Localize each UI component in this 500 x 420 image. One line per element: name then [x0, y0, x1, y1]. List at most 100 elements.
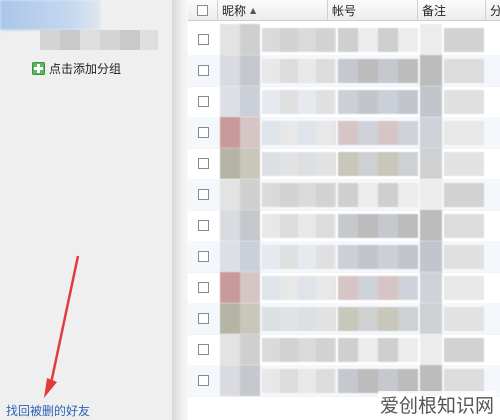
blurred-nickname	[262, 214, 336, 238]
blurred-avatar	[220, 55, 260, 86]
header-nickname-label: 昵称	[222, 3, 247, 18]
row-checkbox-cell	[188, 241, 218, 272]
header-nickname[interactable]: 昵称 ▲	[218, 0, 328, 20]
blurred-note	[420, 334, 442, 365]
row-checkbox-cell	[188, 179, 218, 210]
blurred-nickname	[262, 152, 336, 176]
table-row[interactable]	[188, 24, 500, 56]
blurred-note	[444, 152, 484, 176]
table-row[interactable]	[188, 55, 500, 87]
blurred-nickname	[262, 121, 336, 145]
blurred-avatar	[220, 210, 260, 241]
row-checkbox-cell	[188, 148, 218, 179]
blurred-account	[338, 152, 418, 176]
blurred-account	[338, 183, 418, 207]
blurred-note	[444, 245, 484, 269]
blurred-note	[420, 179, 442, 210]
blurred-note	[420, 148, 442, 179]
blurred-note	[444, 369, 484, 393]
blurred-note	[420, 241, 442, 272]
plus-icon	[32, 62, 45, 75]
left-panel: 点击添加分组 找回被删的好友	[0, 0, 172, 420]
header-select-all	[188, 0, 218, 20]
blurred-item[interactable]	[40, 30, 158, 50]
blurred-avatar	[220, 179, 260, 210]
blurred-account	[338, 338, 418, 362]
header-note-label: 备注	[422, 3, 447, 18]
blurred-account	[338, 121, 418, 145]
blurred-note	[444, 121, 484, 145]
table-row[interactable]	[188, 303, 500, 335]
header-note[interactable]: 备注	[418, 0, 486, 20]
blurred-account	[338, 214, 418, 238]
blurred-note	[420, 210, 442, 241]
blurred-note	[444, 214, 484, 238]
blurred-nickname	[262, 369, 336, 393]
row-checkbox-cell	[188, 55, 218, 86]
blurred-account	[338, 90, 418, 114]
header-account[interactable]: 帐号	[328, 0, 418, 20]
row-checkbox-cell	[188, 24, 218, 55]
table-row[interactable]	[188, 241, 500, 273]
row-checkbox[interactable]	[197, 34, 209, 45]
table-row[interactable]	[188, 210, 500, 242]
blurred-avatar	[220, 365, 260, 396]
table-row[interactable]	[188, 179, 500, 211]
row-checkbox[interactable]	[197, 313, 209, 324]
blurred-selected-item[interactable]	[0, 0, 100, 30]
select-all-checkbox[interactable]	[197, 4, 208, 16]
table-header: 昵称 ▲ 帐号 备注 分	[188, 0, 500, 21]
blurred-account	[338, 28, 418, 52]
row-checkbox-cell	[188, 334, 218, 365]
blurred-avatar	[220, 24, 260, 55]
blurred-note	[444, 90, 484, 114]
table-row[interactable]	[188, 272, 500, 304]
row-checkbox[interactable]	[197, 375, 209, 386]
blurred-nickname	[262, 90, 336, 114]
blurred-account	[338, 307, 418, 331]
row-checkbox[interactable]	[197, 220, 209, 231]
header-group-label: 分	[490, 3, 500, 18]
table-row[interactable]	[188, 148, 500, 180]
blurred-note	[444, 307, 484, 331]
blurred-note	[444, 28, 484, 52]
blurred-avatar	[220, 86, 260, 117]
row-checkbox[interactable]	[197, 158, 209, 169]
friends-table: 昵称 ▲ 帐号 备注 分 爱创根知识网	[188, 0, 500, 420]
blurred-avatar	[220, 272, 260, 303]
table-row[interactable]	[188, 334, 500, 366]
row-checkbox[interactable]	[197, 251, 209, 262]
table-row[interactable]	[188, 117, 500, 149]
row-checkbox[interactable]	[197, 282, 209, 293]
blurred-note	[420, 117, 442, 148]
blurred-nickname	[262, 276, 336, 300]
blurred-nickname	[262, 59, 336, 83]
sort-asc-icon: ▲	[250, 5, 257, 15]
find-deleted-friends-link[interactable]: 找回被删的好友	[6, 402, 90, 419]
row-checkbox[interactable]	[197, 127, 209, 138]
blurred-nickname	[262, 338, 336, 362]
blurred-account	[338, 369, 418, 393]
blurred-note	[420, 86, 442, 117]
row-checkbox[interactable]	[197, 65, 209, 76]
blurred-note	[444, 59, 484, 83]
blurred-nickname	[262, 307, 336, 331]
row-checkbox-cell	[188, 365, 218, 396]
panel-divider[interactable]	[172, 0, 188, 420]
header-group[interactable]: 分	[486, 0, 500, 20]
row-checkbox-cell	[188, 210, 218, 241]
row-checkbox[interactable]	[197, 189, 209, 200]
blurred-nickname	[262, 183, 336, 207]
row-checkbox[interactable]	[197, 96, 209, 107]
row-checkbox-cell	[188, 117, 218, 148]
row-checkbox[interactable]	[197, 344, 209, 355]
blurred-note	[420, 55, 442, 86]
blurred-note	[444, 183, 484, 207]
blurred-nickname	[262, 28, 336, 52]
add-group-button[interactable]: 点击添加分组	[32, 60, 121, 77]
blurred-note	[420, 272, 442, 303]
table-row[interactable]	[188, 86, 500, 118]
blurred-avatar	[220, 148, 260, 179]
row-checkbox-cell	[188, 272, 218, 303]
header-account-label: 帐号	[332, 3, 357, 18]
